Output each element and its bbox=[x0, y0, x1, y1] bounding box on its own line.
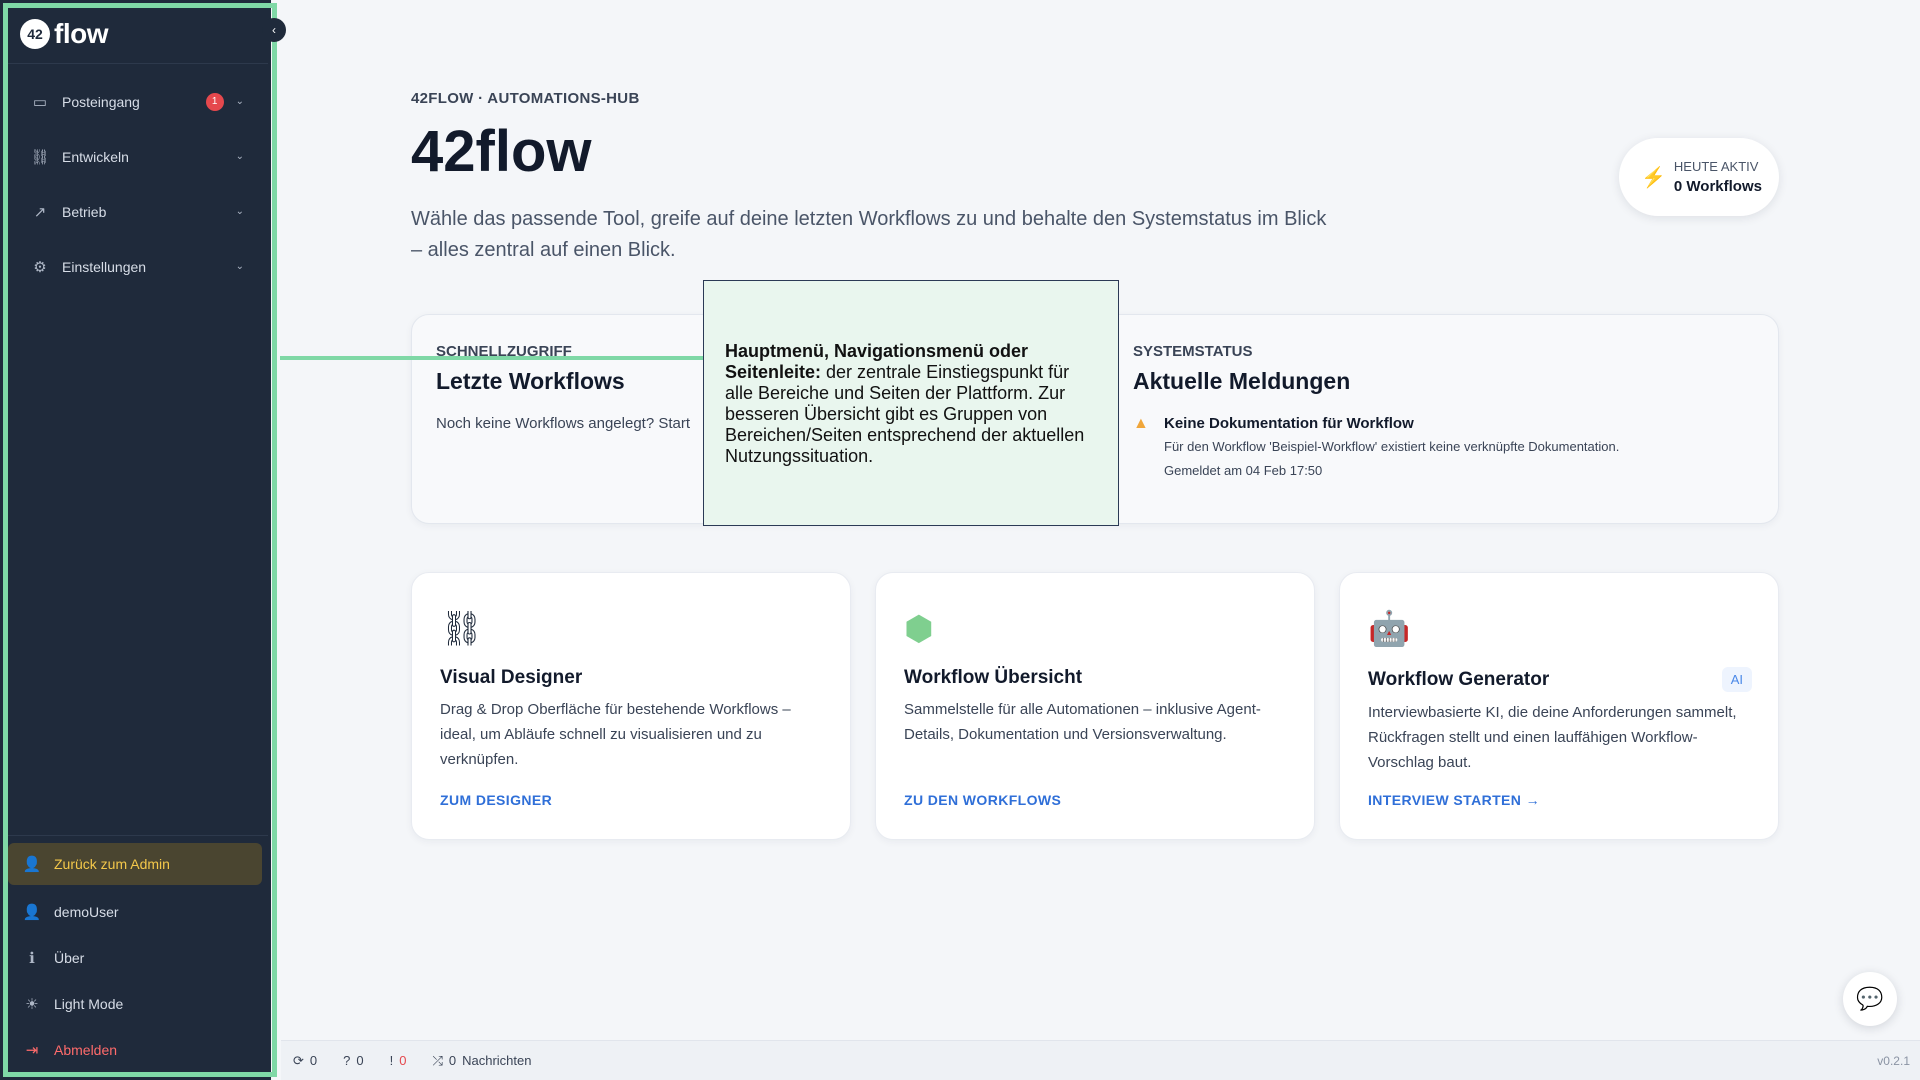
logout-label: Abmelden bbox=[54, 1042, 118, 1058]
recent-workflows-empty-text: Noch keine Workflows angelegt? Start bbox=[436, 415, 691, 432]
tool-description: Drag & Drop Oberfläche für bestehende Wo… bbox=[440, 701, 791, 768]
sync-count: 0 bbox=[309, 1053, 318, 1068]
user-shield-icon: 👤 bbox=[22, 856, 42, 873]
workflow-overview-card[interactable]: ⬢ Workflow Übersicht Sammelstelle für al… bbox=[875, 572, 1315, 840]
about-item[interactable]: ℹ Über bbox=[8, 935, 262, 981]
interview-start-link[interactable]: INTERVIEW STARTEN → bbox=[1368, 792, 1540, 808]
cubes-icon: ⬢ bbox=[904, 610, 934, 648]
inbox-icon: ▭ bbox=[32, 93, 48, 111]
shuffle-icon: ⤮ bbox=[432, 1052, 443, 1068]
sidebar-item-label: Entwickeln bbox=[62, 148, 129, 165]
sidebar-item-einstellungen[interactable]: ⚙ Einstellungen ⌄ bbox=[8, 239, 266, 294]
visual-designer-card[interactable]: ⛓ Visual Designer Drag & Drop Oberfläche… bbox=[411, 572, 851, 840]
gears-icon: ⚙ bbox=[33, 258, 47, 276]
sidebar: 42 flow ▭ Posteingang 1 ⌄ ⛓ Entwickeln ⌄… bbox=[0, 0, 271, 1080]
version-label: v0.2.1 bbox=[1877, 1053, 1910, 1068]
system-status-kicker: SYSTEMSTATUS bbox=[1133, 343, 1253, 360]
recent-workflows-title: Letzte Workflows bbox=[436, 368, 625, 394]
tool-description: Interviewbasierte KI, die deine Anforder… bbox=[1368, 704, 1737, 771]
sun-icon: ☀ bbox=[25, 996, 39, 1013]
active-label: HEUTE AKTIV bbox=[1673, 159, 1759, 174]
active-value: 0 Workflows bbox=[1673, 178, 1762, 195]
designer-link[interactable]: ZUM DESIGNER bbox=[440, 792, 552, 808]
exclamation-icon: ! bbox=[389, 1053, 394, 1068]
sidebar-item-posteingang[interactable]: ▭ Posteingang 1 ⌄ bbox=[8, 74, 266, 129]
logo[interactable]: 42 flow bbox=[20, 14, 109, 54]
questions-count: 0 bbox=[356, 1053, 364, 1068]
page-subtitle: Wähle das passende Tool, greife auf dein… bbox=[411, 208, 1327, 261]
chevron-down-icon: ⌄ bbox=[235, 206, 244, 217]
tooltip-connector-line bbox=[280, 356, 704, 360]
user-name: demoUser bbox=[54, 904, 119, 920]
errors-status[interactable]: ! 0 bbox=[390, 1053, 407, 1068]
sidebar-nav: ▭ Posteingang 1 ⌄ ⛓ Entwickeln ⌄ ↗ Betri… bbox=[8, 74, 266, 294]
chat-button[interactable]: 💬 bbox=[1843, 972, 1897, 1026]
unread-badge: 1 bbox=[205, 92, 224, 111]
sidebar-bottom: 👤 Zurück zum Admin 👤 demoUser ℹ Über ☀ L… bbox=[8, 843, 262, 1073]
logo-mark: 42 bbox=[20, 19, 50, 49]
chevron-down-icon: ⌄ bbox=[235, 261, 244, 272]
sidebar-divider bbox=[8, 835, 268, 836]
sync-icon: ⟳ bbox=[293, 1052, 304, 1068]
tool-title: Visual Designer bbox=[440, 667, 583, 688]
sidebar-help-tooltip: Hauptmenü, Navigationsmenü oder Seitenle… bbox=[703, 280, 1119, 526]
errors-count: 0 bbox=[399, 1053, 407, 1068]
messages-count: 0 bbox=[448, 1053, 457, 1068]
sidebar-item-label: Betrieb bbox=[62, 203, 107, 220]
light-mode-toggle[interactable]: ☀ Light Mode bbox=[8, 981, 262, 1027]
page-title: 42flow bbox=[411, 119, 592, 184]
message-date: Gemeldet am 04 Feb 17:50 bbox=[1164, 463, 1323, 478]
user-profile-item[interactable]: 👤 demoUser bbox=[8, 889, 262, 935]
back-to-admin-label: Zurück zum Admin bbox=[54, 856, 170, 872]
logo-text: flow bbox=[54, 18, 109, 49]
tool-title: Workflow Übersicht bbox=[904, 667, 1083, 688]
questions-status[interactable]: ? 0 bbox=[343, 1053, 363, 1068]
sidebar-item-betrieb[interactable]: ↗ Betrieb ⌄ bbox=[8, 184, 266, 239]
robot-icon: 🤖 bbox=[1368, 610, 1411, 648]
sidebar-item-entwickeln[interactable]: ⛓ Entwickeln ⌄ bbox=[8, 129, 266, 184]
chat-bubbles-icon: 💬 bbox=[1856, 986, 1884, 1011]
page-kicker: 42FLOW · AUTOMATIONS-HUB bbox=[411, 90, 640, 107]
sidebar-collapse-button[interactable]: ‹ bbox=[262, 18, 286, 42]
logout-icon: ⇥ bbox=[25, 1042, 39, 1059]
messages-title: Aktuelle Meldungen bbox=[1133, 368, 1351, 394]
chevron-down-icon: ⌄ bbox=[235, 151, 244, 162]
sidebar-item-label: Einstellungen bbox=[62, 258, 147, 275]
question-icon: ? bbox=[343, 1053, 351, 1068]
logout-button[interactable]: ⇥ Abmelden bbox=[8, 1027, 262, 1073]
message-text: Für den Workflow 'Beispiel-Workflow' exi… bbox=[1164, 439, 1620, 454]
diagram-icon: ⛓ bbox=[440, 610, 484, 648]
info-icon: ℹ bbox=[29, 950, 35, 967]
user-cog-icon: 👤 bbox=[22, 904, 42, 921]
status-bar: ⟳ 0 ? 0 ! 0 ⤮ 0 Nachrichten v0.2.1 bbox=[281, 1040, 1920, 1080]
warning-icon: ▲ bbox=[1133, 415, 1149, 432]
tool-title: Workflow Generator bbox=[1368, 669, 1550, 690]
light-mode-label: Light Mode bbox=[54, 996, 124, 1012]
bolt-icon: ⚡ bbox=[1641, 166, 1666, 189]
messages-label: Nachrichten bbox=[462, 1053, 532, 1068]
chart-line-icon: ↗ bbox=[33, 203, 47, 221]
ai-badge: AI bbox=[1721, 667, 1752, 692]
message-title: Keine Dokumentation für Workflow bbox=[1164, 415, 1414, 432]
workflows-link[interactable]: ZU DEN WORKFLOWS bbox=[904, 792, 1061, 808]
tool-description: Sammelstelle für alle Automationen – ink… bbox=[904, 701, 1261, 743]
active-workflows-pill: ⚡ HEUTE AKTIV 0 Workflows bbox=[1619, 138, 1779, 216]
back-to-admin-button[interactable]: 👤 Zurück zum Admin bbox=[8, 843, 262, 885]
workflow-icon: ⛓ bbox=[30, 148, 50, 166]
about-label: Über bbox=[54, 950, 85, 966]
chevron-down-icon: ⌄ bbox=[235, 96, 244, 107]
sidebar-divider bbox=[8, 63, 268, 64]
sync-status[interactable]: ⟳ 0 bbox=[293, 1053, 317, 1069]
sidebar-item-label: Posteingang bbox=[62, 93, 140, 110]
workflow-generator-card[interactable]: 🤖 Workflow Generator AI Interviewbasiert… bbox=[1339, 572, 1779, 840]
messages-status[interactable]: ⤮ 0 Nachrichten bbox=[432, 1053, 531, 1069]
